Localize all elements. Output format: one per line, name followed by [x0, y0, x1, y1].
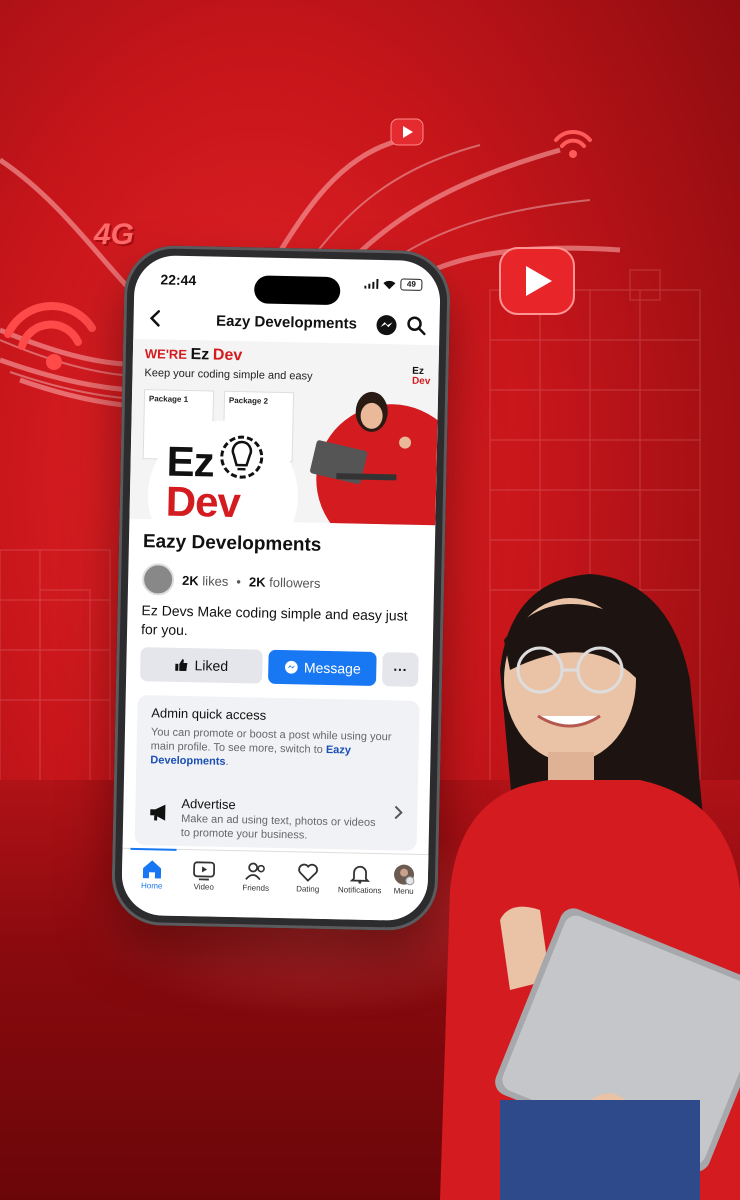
wifi-icon-large — [4, 302, 96, 370]
cover-photo[interactable]: WE'RE Ez Dev Keep your coding simple and… — [129, 338, 440, 526]
thumbs-up-icon — [175, 658, 188, 672]
bell-icon — [349, 865, 371, 884]
liked-label: Liked — [194, 657, 229, 674]
advertise-description: Make an ad using text, photos or videos … — [180, 812, 376, 842]
megaphone-icon — [150, 804, 166, 821]
cover-person-with-laptop — [310, 391, 412, 525]
page-name: Eazy Developments — [142, 531, 322, 556]
cover-subtitle: Keep your coding simple and easy — [144, 367, 313, 383]
tab-friends[interactable]: Friends — [228, 859, 285, 893]
quick-access-desc-text: You can promote or boost a post while us… — [150, 726, 392, 756]
quick-access-title: Admin quick access — [151, 705, 267, 723]
page-description: Ez Devs Make coding simple and easy just… — [140, 602, 408, 639]
page-header: Eazy Developments — [133, 299, 440, 345]
quick-access-description: You can promote or boost a post while us… — [150, 725, 405, 772]
active-tab-indicator — [130, 847, 177, 851]
status-time: 22:44 — [160, 271, 197, 289]
likes-count: 2K — [181, 572, 199, 588]
mini-logo-bottom: Dev — [411, 375, 431, 388]
phone-screen: 22:44 49 Eazy Developments WE'RE Ez Dev … — [121, 254, 441, 922]
message-button[interactable]: Message — [267, 649, 377, 687]
play-icon — [390, 118, 424, 146]
wifi-icon — [554, 129, 592, 158]
tab-video-label: Video — [193, 882, 214, 892]
home-icon — [142, 860, 162, 879]
liked-button[interactable]: Liked — [140, 647, 263, 684]
tab-home-label: Home — [140, 881, 163, 891]
likes-label: likes — [202, 572, 229, 589]
more-options-button[interactable]: ··· — [381, 652, 419, 687]
menu-avatar-icon — [394, 864, 415, 886]
wifi-status-icon — [383, 280, 396, 290]
woman-with-laptop-photo — [440, 574, 740, 1200]
chevron-right-icon — [394, 805, 403, 820]
play-icon-large — [499, 247, 575, 315]
tab-video[interactable]: Video — [176, 858, 233, 892]
messenger-button-icon — [284, 660, 298, 674]
tab-dating-label: Dating — [296, 884, 320, 894]
lightbulb-gear-icon — [220, 435, 264, 479]
advertise-row[interactable]: Advertise Make an ad using text, photos … — [149, 795, 408, 842]
followers-label: followers — [269, 574, 321, 591]
search-icon[interactable] — [405, 315, 427, 337]
stats-separator: • — [236, 573, 242, 589]
badge-4g: 4G — [94, 218, 135, 251]
cover-tagline: WE'RE Ez Dev — [145, 345, 243, 365]
tab-menu[interactable]: Menu — [376, 862, 433, 896]
battery-icon: 49 — [400, 278, 423, 291]
bottom-tab-bar: Home Video Friends Dating Notifications … — [121, 847, 429, 922]
video-icon — [193, 861, 216, 881]
cover-tag-prefix: WE'RE — [144, 346, 188, 362]
tab-dating[interactable]: Dating — [280, 860, 337, 894]
cover-tag-ez: Ez — [190, 346, 210, 364]
page-actions: Liked Message ··· — [140, 647, 421, 687]
cover-tag-dev: Dev — [212, 346, 243, 365]
quick-access-desc-suffix: . — [225, 755, 229, 768]
message-label: Message — [303, 659, 361, 677]
dating-icon — [298, 863, 318, 882]
cover-mini-logo: Ez Dev — [411, 366, 431, 388]
friends-icon — [245, 862, 265, 881]
tab-menu-label: Menu — [393, 886, 414, 896]
messenger-icon[interactable] — [375, 314, 397, 336]
signal-icon — [364, 278, 379, 289]
tab-friends-label: Friends — [242, 883, 270, 893]
page-stats: 2K likes • 2K followers — [141, 563, 321, 597]
advertise-title: Advertise — [181, 795, 236, 813]
tab-home[interactable]: Home — [124, 857, 181, 891]
phone-device: 22:44 49 Eazy Developments WE'RE Ez Dev … — [110, 244, 452, 932]
followers-count: 2K — [248, 573, 266, 590]
page-avatar[interactable] — [141, 563, 175, 596]
admin-quick-access: Admin quick access You can promote or bo… — [134, 695, 420, 851]
status-icons: 49 — [364, 278, 423, 291]
